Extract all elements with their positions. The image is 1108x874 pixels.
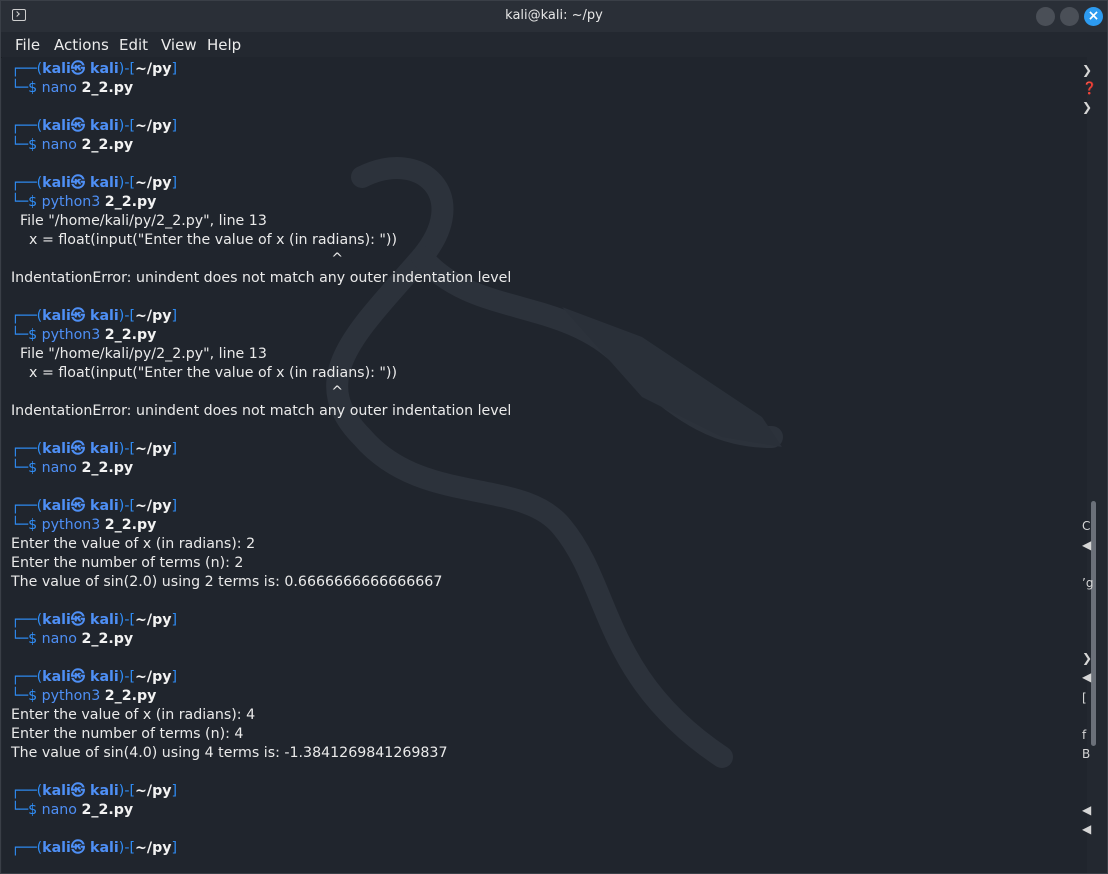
prompt-line: ┌──(kali㉿ kali)-[~/py]	[11, 612, 178, 628]
prompt-line: ┌──(kali㉿ kali)-[~/py]	[11, 441, 178, 457]
maximize-button[interactable]	[1060, 7, 1079, 26]
output-line: Enter the number of terms (n): 2	[11, 555, 244, 571]
command-line: └─$ python3 2_2.py	[11, 327, 157, 343]
menu-bar: File Actions Edit View Help	[1, 32, 1107, 58]
output-line: The value of sin(2.0) using 2 terms is: …	[11, 574, 443, 590]
close-button[interactable]: ×	[1084, 7, 1103, 26]
command-line: └─$ python3 2_2.py	[11, 194, 157, 210]
prompt-line: ┌──(kali㉿ kali)-[~/py]	[11, 669, 178, 685]
prompt-line: ┌──(kali㉿ kali)-[~/py]	[11, 783, 178, 799]
output-line: File "/home/kali/py/2_2.py", line 13	[11, 346, 267, 362]
command-line: └─$ nano 2_2.py	[11, 631, 134, 647]
terminal-window: kali@kali: ~/py × File Actions Edit View…	[0, 0, 1108, 874]
output-line: x = float(input("Enter the value of x (i…	[11, 232, 397, 248]
prompt-line: ┌──(kali㉿ kali)-[~/py]	[11, 498, 178, 514]
prompt-line: ┌──(kali㉿ kali)-[~/py]	[11, 175, 178, 191]
output-line: ^	[11, 251, 344, 267]
output-line: Enter the value of x (in radians): 4	[11, 707, 256, 723]
edge-glyph: ◀	[1082, 670, 1092, 684]
output-line: ^	[11, 384, 344, 400]
output-line: Enter the value of x (in radians): 2	[11, 536, 256, 552]
menu-help[interactable]: Help	[207, 36, 241, 54]
window-title: kali@kali: ~/py	[505, 8, 603, 23]
prompt-line: ┌──(kali㉿ kali)-[~/py]	[11, 61, 178, 77]
scrollbar-thumb[interactable]	[1091, 501, 1096, 746]
command-line: └─$ nano 2_2.py	[11, 802, 134, 818]
command-line: └─$ python3 2_2.py	[11, 688, 157, 704]
edge-glyph: ’g	[1082, 576, 1094, 590]
output-line: x = float(input("Enter the value of x (i…	[11, 365, 397, 381]
menu-actions[interactable]: Actions	[54, 36, 109, 54]
prompt-line: ┌──(kali㉿ kali)-[~/py]	[11, 308, 178, 324]
title-bar[interactable]: kali@kali: ~/py ×	[1, 1, 1107, 32]
command-line: └─$ python3 2_2.py	[11, 517, 157, 533]
minimize-button[interactable]	[1036, 7, 1055, 26]
edge-glyph: ◀	[1082, 803, 1092, 817]
edge-glyph: ◀	[1082, 538, 1092, 552]
terminal-lines: ┌──(kali㉿ kali)-[~/py] └─$ nano 2_2.py ┌──…	[11, 60, 511, 858]
edge-glyph: ❯	[1082, 100, 1093, 114]
output-line: The value of sin(4.0) using 4 terms is: …	[11, 745, 448, 761]
edge-glyph: ❯	[1082, 63, 1093, 77]
terminal-output[interactable]: ┌──(kali㉿ kali)-[~/py] └─$ nano 2_2.py ┌──…	[2, 57, 1087, 873]
edge-glyph: ❯	[1082, 651, 1093, 665]
edge-glyph: [	[1082, 691, 1087, 705]
edge-glyph: ❓	[1082, 81, 1097, 95]
prompt-line: ┌──(kali㉿ kali)-[~/py]	[11, 118, 178, 134]
edge-glyph: B	[1082, 747, 1091, 761]
edge-glyph: f	[1082, 728, 1087, 742]
command-line: └─$ nano 2_2.py	[11, 80, 134, 96]
menu-view[interactable]: View	[161, 36, 197, 54]
command-line: └─$ nano 2_2.py	[11, 137, 134, 153]
command-line: └─$ nano 2_2.py	[11, 460, 134, 476]
output-line: IndentationError: unindent does not matc…	[11, 403, 512, 419]
edge-glyph: ◀	[1082, 822, 1092, 836]
menu-edit[interactable]: Edit	[119, 36, 148, 54]
edge-glyph: C	[1082, 519, 1091, 533]
prompt-line: ┌──(kali㉿ kali)-[~/py]	[11, 840, 178, 856]
output-line: Enter the number of terms (n): 4	[11, 726, 244, 742]
output-line: IndentationError: unindent does not matc…	[11, 270, 512, 286]
menu-file[interactable]: File	[15, 36, 40, 54]
output-line: File "/home/kali/py/2_2.py", line 13	[11, 213, 267, 229]
